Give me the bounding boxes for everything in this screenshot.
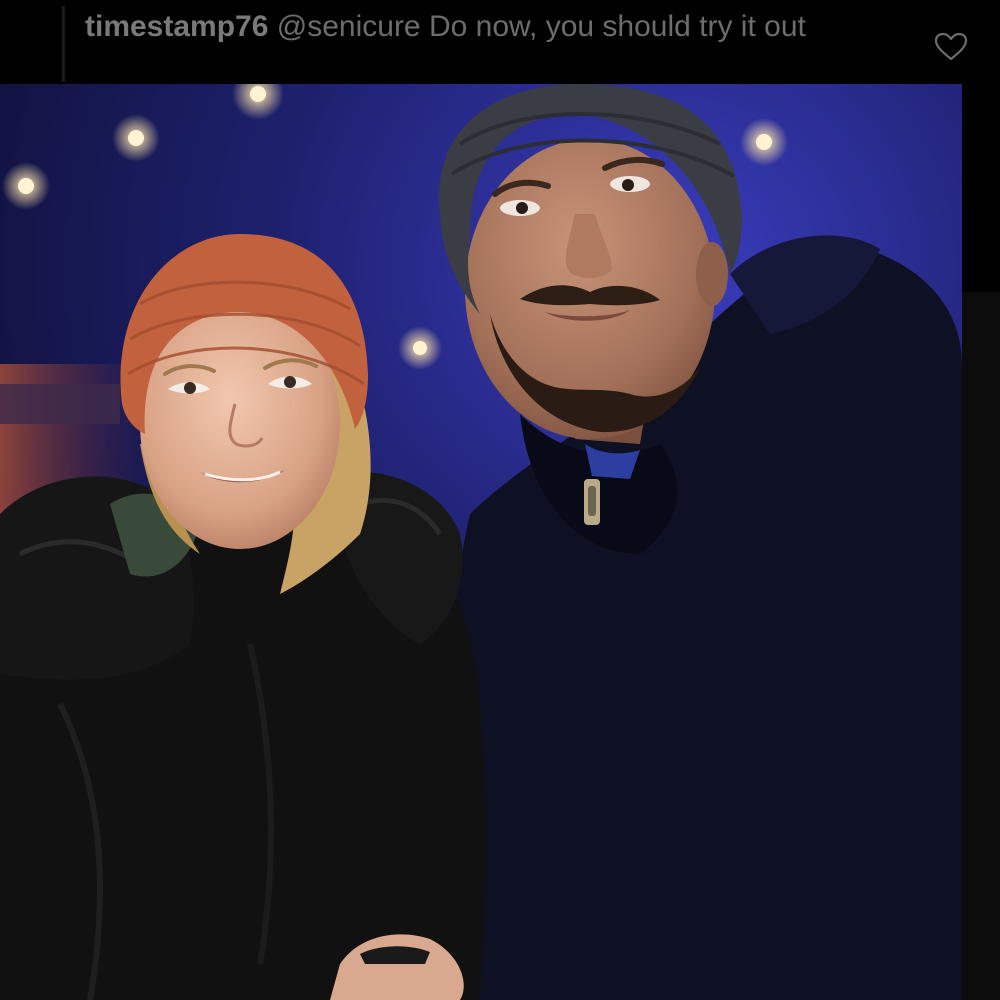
right-edge-strip [962,292,1000,1000]
post-photo[interactable] [0,84,962,1000]
comment-message: Do now, you should try it out [428,10,806,43]
comment-mention[interactable]: @senicure [277,10,421,43]
comment-body: timestamp76 @senicure Do now, you should… [85,7,905,46]
comment-row: timestamp76 @senicure Do now, you should… [0,0,1000,84]
heart-outline-icon[interactable] [934,32,968,62]
post-screen: timestamp76 @senicure Do now, you should… [0,0,1000,1000]
selfie-illustration [0,84,962,1000]
comment-username[interactable]: timestamp76 [85,10,268,43]
comment-divider [62,6,65,82]
